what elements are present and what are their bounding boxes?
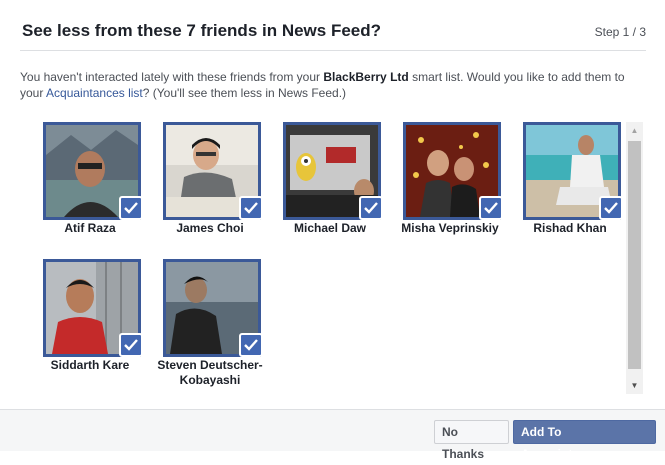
- friend-name: Atif Raza: [64, 221, 116, 235]
- dialog-title: See less from these 7 friends in News Fe…: [22, 21, 382, 40]
- desc-text-1: You haven't interacted lately with these…: [20, 70, 324, 84]
- selected-check-icon[interactable]: [479, 196, 503, 220]
- friend-name: Rishad Khan: [533, 221, 607, 235]
- selected-check-icon[interactable]: [239, 196, 263, 220]
- selected-check-icon[interactable]: [239, 333, 263, 357]
- selected-check-icon[interactable]: [359, 196, 383, 220]
- desc-text-3: ? (You'll see them less in News Feed.): [142, 86, 347, 100]
- acquaintances-dialog: See less from these 7 friends in News Fe…: [0, 0, 665, 461]
- friend-list-scrollbar[interactable]: ▲ ▼: [626, 122, 643, 394]
- friend-name: Siddarth Kare: [50, 358, 130, 372]
- selected-check-icon[interactable]: [119, 196, 143, 220]
- add-to-acquaintances-button[interactable]: Add To Acquaintances: [513, 420, 656, 461]
- dialog-footer: No Thanks Add To Acquaintances: [0, 409, 665, 461]
- friend-name: Michael Daw: [293, 221, 367, 235]
- friend-grid: Atif Raza James Choi Michael Daw Misha V…: [40, 120, 630, 395]
- step-indicator: Step 1 / 3: [594, 25, 646, 39]
- selected-check-icon[interactable]: [599, 196, 623, 220]
- smart-list-name: BlackBerry Ltd: [323, 70, 409, 84]
- no-thanks-button[interactable]: No Thanks: [434, 420, 509, 461]
- scroll-down-icon[interactable]: ▼: [626, 377, 643, 394]
- scroll-thumb[interactable]: [628, 141, 641, 369]
- acquaintances-list-link[interactable]: Acquaintances list: [46, 86, 143, 100]
- dialog-header: See less from these 7 friends in News Fe…: [20, 0, 646, 51]
- friend-name: Misha Veprinskiy: [401, 221, 499, 235]
- friend-name: James Choi: [176, 221, 244, 235]
- selected-check-icon[interactable]: [119, 333, 143, 357]
- friend-name: Steven Deutscher-Kobayashi: [157, 358, 263, 387]
- scroll-up-icon[interactable]: ▲: [626, 122, 643, 139]
- dialog-description: You haven't interacted lately with these…: [20, 69, 650, 101]
